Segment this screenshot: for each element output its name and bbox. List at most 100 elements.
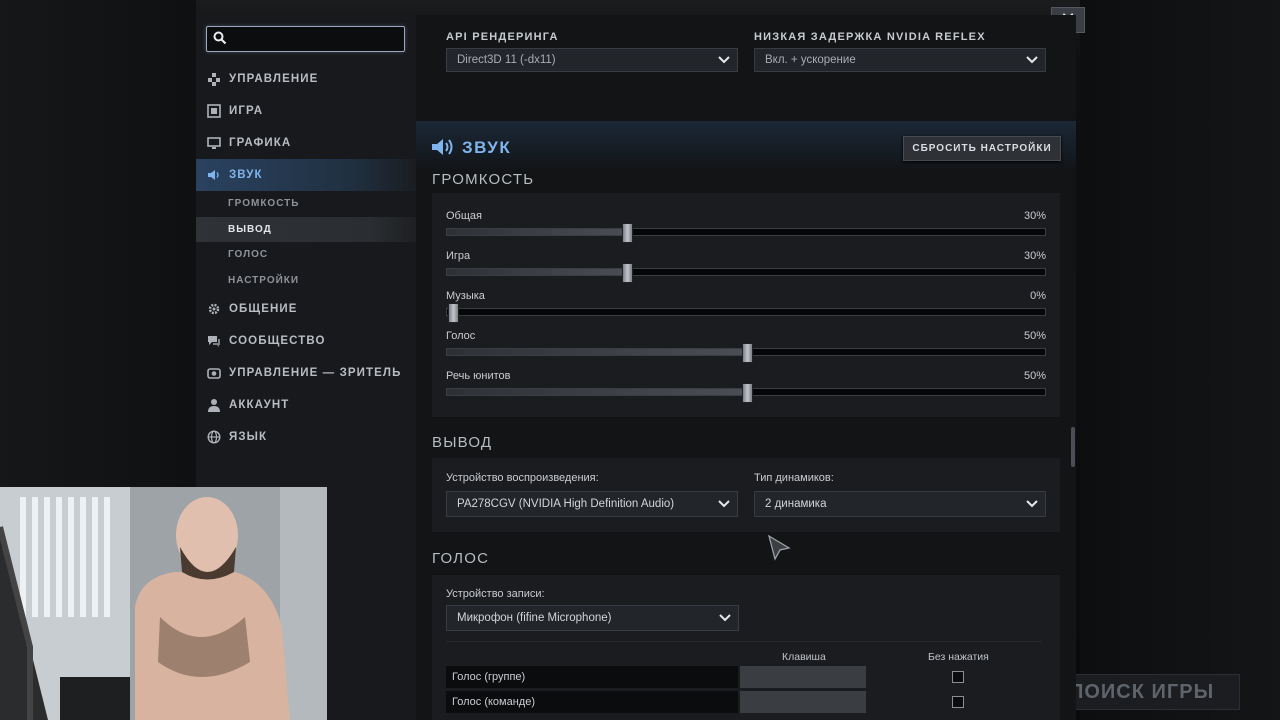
speaker-icon: [432, 139, 453, 155]
nav-label: УПРАВЛЕНИЕ: [229, 73, 319, 85]
keybind-field[interactable]: [740, 691, 866, 713]
monitor-icon: [207, 136, 221, 150]
slider-value: 50%: [1023, 370, 1046, 382]
open-mic-checkbox[interactable]: [952, 671, 964, 683]
nav-label: ЯЗЫК: [229, 431, 268, 443]
slider-track[interactable]: [446, 343, 1046, 363]
nav-label: ОБЩЕНИЕ: [229, 303, 298, 315]
chevron-down-icon: [718, 56, 730, 64]
sub-label: ГРОМКОСТЬ: [228, 198, 300, 210]
nav-label: ГРАФИКА: [229, 137, 292, 149]
playback-label: Устройство воспроизведения:: [446, 472, 599, 484]
slider-track[interactable]: [446, 383, 1046, 403]
nav-label: АККАУНТ: [229, 399, 290, 411]
slider-handle[interactable]: [622, 263, 634, 283]
column-header-open-mic: Без нажатия: [928, 651, 989, 663]
settings-search[interactable]: [206, 26, 405, 52]
column-header-key: Клавиша: [782, 651, 826, 663]
slider-label: Голос: [446, 330, 476, 342]
section-title-sound: ЗВУК: [462, 138, 512, 157]
section-title-volume: ГРОМКОСТЬ: [432, 171, 535, 188]
chevron-down-icon: [1026, 56, 1038, 64]
api-label: API РЕНДЕРИНГА: [446, 31, 559, 43]
gear-icon: [207, 302, 221, 316]
record-device-label: Устройство записи:: [446, 588, 545, 600]
chevron-down-icon: [719, 614, 731, 622]
slider-track[interactable]: [446, 303, 1046, 323]
record-value: Микрофон (fifine Microphone): [457, 612, 612, 624]
game-icon: [207, 104, 221, 118]
globe-icon: [207, 430, 221, 444]
sub-item-settings[interactable]: НАСТРОЙКИ: [196, 268, 416, 294]
user-icon: [207, 398, 221, 412]
sub-label: НАСТРОЙКИ: [228, 274, 300, 286]
reflex-value: Вкл. + ускорение: [765, 54, 856, 66]
slider-value: 30%: [1023, 250, 1046, 262]
row-label: Голос (группе): [446, 666, 738, 688]
api-value: Direct3D 11 (-dx11): [457, 54, 556, 66]
chevron-down-icon: [718, 500, 730, 508]
nav-label: ЗВУК: [229, 169, 263, 181]
playback-value: PA278CGV (NVIDIA High Definition Audio): [457, 498, 675, 510]
speaker-icon: [207, 168, 221, 182]
volume-panel: Общая 30% Игра 30% Музыка 0% Голос 50% Р…: [432, 193, 1060, 417]
record-device-dropdown[interactable]: Микрофон (fifine Microphone): [446, 605, 739, 631]
sub-item-voice[interactable]: ГОЛОС: [196, 242, 416, 268]
slider-label: Общая: [446, 210, 482, 222]
row-label: Голос (команде): [446, 691, 738, 713]
scrollbar[interactable]: [1071, 427, 1075, 467]
divider: [446, 641, 1042, 642]
keybind-field[interactable]: [740, 666, 866, 688]
nav-item-language[interactable]: ЯЗЫК: [196, 421, 416, 453]
speaker-type-value: 2 динамика: [765, 498, 827, 510]
api-dropdown[interactable]: Direct3D 11 (-dx11): [446, 48, 738, 72]
slider-handle[interactable]: [622, 223, 634, 243]
nav-label: ИГРА: [229, 105, 264, 117]
slider-handle[interactable]: [742, 343, 753, 363]
slider-track[interactable]: [446, 223, 1046, 243]
nav-item-account[interactable]: АККАУНТ: [196, 389, 416, 421]
sub-label: ВЫВОД: [228, 223, 272, 235]
speaker-type-label: Тип динамиков:: [754, 472, 834, 484]
slider-label: Игра: [446, 250, 471, 262]
nav-item-social[interactable]: ОБЩЕНИЕ: [196, 293, 416, 325]
search-icon: [213, 31, 227, 45]
mouse-cursor-icon: [768, 535, 791, 561]
table-row: Голос (команде): [446, 691, 1046, 713]
nav-label: УПРАВЛЕНИЕ — ЗРИТЕЛЬ: [229, 367, 402, 379]
nav-label: СООБЩЕСТВО: [229, 335, 326, 347]
slider-label: Речь юнитов: [446, 370, 511, 382]
section-title-output: ВЫВОД: [432, 434, 493, 451]
nav-item-game[interactable]: ИГРА: [196, 95, 416, 127]
chevron-down-icon: [1026, 500, 1038, 508]
table-row: Голос (группе): [446, 666, 1046, 688]
settings-nav: УПРАВЛЕНИЕ ИГРА ГРАФИКА ЗВУК ГРОМКОСТЬ В…: [196, 63, 416, 453]
reflex-label: НИЗКАЯ ЗАДЕРЖКА NVIDIA REFLEX: [754, 31, 986, 43]
open-mic-checkbox[interactable]: [952, 696, 964, 708]
slider-handle[interactable]: [447, 303, 459, 323]
sub-item-output[interactable]: ВЫВОД: [196, 216, 416, 242]
slider-value: 30%: [1023, 210, 1046, 222]
sub-item-volume[interactable]: ГРОМКОСТЬ: [196, 191, 416, 217]
chat-icon: [207, 334, 221, 348]
nav-item-graphics[interactable]: ГРАФИКА: [196, 127, 416, 159]
slider-label: Музыка: [446, 290, 485, 302]
playback-device-dropdown[interactable]: PA278CGV (NVIDIA High Definition Audio): [446, 491, 738, 517]
speaker-type-dropdown[interactable]: 2 динамика: [754, 491, 1046, 517]
slider-handle[interactable]: [742, 383, 753, 403]
nav-item-sound[interactable]: ЗВУК: [196, 159, 416, 191]
search-input[interactable]: [233, 29, 402, 49]
camera-icon: [207, 366, 221, 380]
slider-track[interactable]: [446, 263, 1046, 283]
reset-settings-button[interactable]: СБРОСИТЬ НАСТРОЙКИ: [903, 136, 1061, 161]
sub-label: ГОЛОС: [228, 249, 269, 261]
reflex-dropdown[interactable]: Вкл. + ускорение: [754, 48, 1046, 72]
find-game-button: ПОИСК ИГРЫ: [1058, 674, 1240, 710]
nav-item-controls[interactable]: УПРАВЛЕНИЕ: [196, 63, 416, 95]
section-title-voice: ГОЛОС: [432, 550, 490, 567]
nav-item-community[interactable]: СООБЩЕСТВО: [196, 325, 416, 357]
nav-item-spectator[interactable]: УПРАВЛЕНИЕ — ЗРИТЕЛЬ: [196, 357, 416, 389]
settings-content: API РЕНДЕРИНГА Direct3D 11 (-dx11) НИЗКА…: [416, 15, 1076, 720]
controls-icon: [207, 72, 221, 86]
backdrop-right: [1080, 0, 1280, 720]
